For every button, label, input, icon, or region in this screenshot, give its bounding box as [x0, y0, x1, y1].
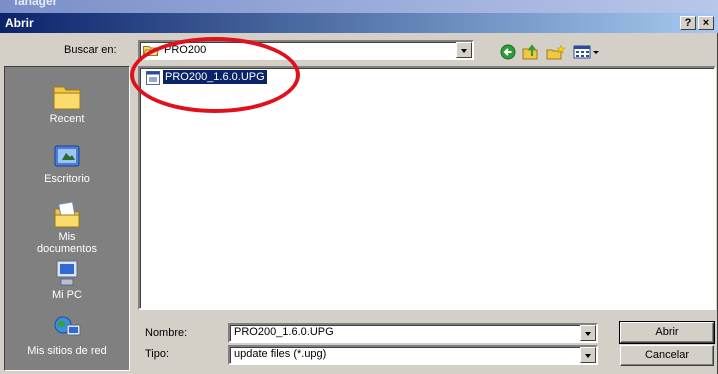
recent-icon [53, 86, 81, 110]
network-places-icon [54, 316, 81, 336]
open-file-dialog: Abrir ? × Buscar en: PRO200 Recent Escri… [0, 13, 718, 374]
place-my-computer[interactable]: Mi PC [5, 259, 129, 301]
filetype-combobox[interactable]: update files (*.upg) [228, 345, 598, 365]
folder-open-icon [143, 46, 159, 56]
dialog-title: Abrir [5, 16, 34, 30]
filetype-label: Tipo: [145, 348, 170, 360]
new-folder-icon[interactable] [546, 44, 566, 60]
background-window-title: fanager [14, 0, 58, 8]
help-button[interactable]: ? [680, 16, 696, 30]
lookin-dropdown-button[interactable] [456, 42, 472, 58]
filename-value[interactable]: PRO200_1.6.0.UPG [234, 326, 334, 338]
file-list[interactable]: PRO200_1.6.0.UPG [138, 66, 716, 310]
filetype-dropdown-button[interactable] [580, 347, 596, 363]
lookin-value: PRO200 [164, 44, 207, 56]
filename-combobox[interactable]: PRO200_1.6.0.UPG [228, 323, 598, 343]
back-icon[interactable] [500, 44, 516, 60]
place-recent-label: Recent [49, 113, 85, 125]
filename-label: Nombre: [145, 327, 188, 339]
place-my-documents[interactable]: Mis documentos [5, 201, 129, 255]
lookin-label: Buscar en: [64, 44, 117, 56]
place-desktop[interactable]: Escritorio [5, 143, 129, 185]
views-menu-button[interactable] [573, 44, 601, 60]
place-network[interactable]: Mis sitios de red [5, 315, 129, 357]
places-bar: Recent Escritorio Mis documentos Mi PC M… [4, 66, 130, 371]
place-my-computer-label: Mi PC [52, 289, 82, 301]
dialog-titlebar[interactable]: Abrir ? × [0, 13, 718, 33]
file-icon [146, 71, 160, 85]
up-folder-icon[interactable] [522, 44, 540, 60]
views-menu-icon [573, 45, 599, 59]
open-button[interactable]: Abrir [619, 321, 715, 344]
place-recent[interactable]: Recent [5, 83, 129, 125]
place-network-label: Mis sitios de red [27, 345, 107, 357]
close-button[interactable]: × [698, 16, 714, 30]
filetype-value: update files (*.upg) [234, 348, 327, 360]
place-desktop-label: Escritorio [44, 173, 90, 185]
place-my-documents-label: Mis documentos [37, 231, 97, 255]
filename-dropdown-button[interactable] [580, 325, 596, 341]
my-documents-icon [54, 201, 80, 228]
background-window-titlebar: fanager [0, 0, 718, 13]
file-name: PRO200_1.6.0.UPG [162, 69, 268, 85]
desktop-icon [54, 145, 80, 167]
my-computer-icon [56, 260, 78, 286]
cancel-button[interactable]: Cancelar [620, 345, 714, 366]
lookin-combobox[interactable]: PRO200 [138, 40, 474, 60]
